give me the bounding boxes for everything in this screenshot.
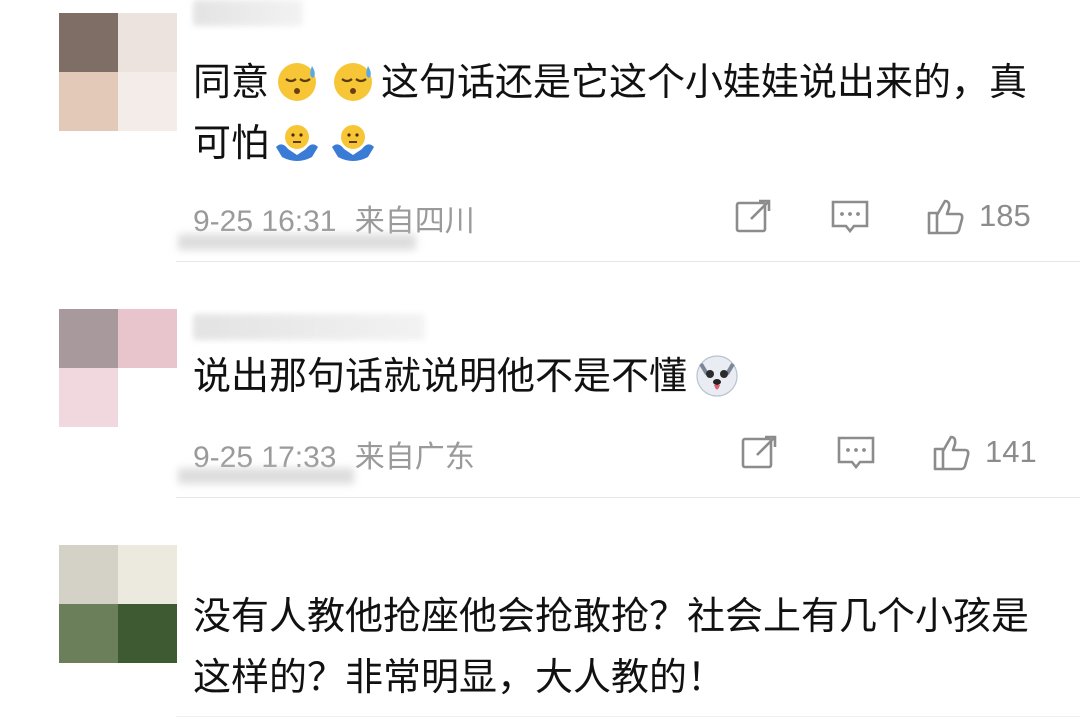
meta-blur (178, 468, 354, 484)
comment-icon (837, 436, 875, 470)
like-count: 141 (985, 434, 1037, 469)
avatar[interactable] (59, 545, 177, 663)
reply-button[interactable] (829, 194, 871, 238)
share-button[interactable] (733, 194, 775, 238)
reply-button[interactable] (835, 430, 877, 474)
comment-text: 没有人教他抢座他会抢敢抢？社会上有几个小孩是这样的？非常明显，大人教的！ (193, 594, 1030, 699)
thumbs-up-icon (933, 435, 970, 471)
comment-icon (831, 200, 869, 234)
thumbs-up-icon (927, 199, 964, 235)
username-blurred (193, 0, 303, 26)
comment-item: 同意 这句话还是它这个小娃娃说出来的，真可怕 9-25 16:31 来自四川 1… (0, 0, 1080, 262)
sweat-emoji-icon (272, 60, 322, 104)
share-button[interactable] (739, 430, 781, 474)
share-icon (741, 435, 777, 469)
like-button[interactable]: 141 (931, 430, 1037, 474)
divider (176, 716, 1080, 717)
shrug-emoji-icon (328, 121, 378, 165)
share-icon (735, 199, 771, 233)
like-count: 185 (979, 198, 1031, 233)
username-blurred (193, 314, 425, 340)
comment-location: 来自广东 (354, 441, 475, 474)
comment-text: 说出那句话就说明他不是不懂 (193, 346, 1043, 407)
husky-emoji-icon (690, 354, 744, 398)
shrug-emoji-icon (272, 121, 322, 165)
avatar[interactable] (59, 309, 177, 427)
comment-item: 没有人教他抢座他会抢敢抢？社会上有几个小孩是这样的？非常明显，大人教的！ (0, 498, 1080, 722)
comment-text: 同意 这句话还是它这个小娃娃说出来的，真可怕 (193, 60, 1028, 165)
meta-blur (178, 234, 416, 250)
sweat-emoji-icon (328, 60, 378, 104)
like-button[interactable]: 185 (925, 194, 1031, 238)
avatar[interactable] (59, 13, 177, 131)
comment-item: 说出那句话就说明他不是不懂 9-25 17:33 来自广东 141 (0, 262, 1080, 498)
